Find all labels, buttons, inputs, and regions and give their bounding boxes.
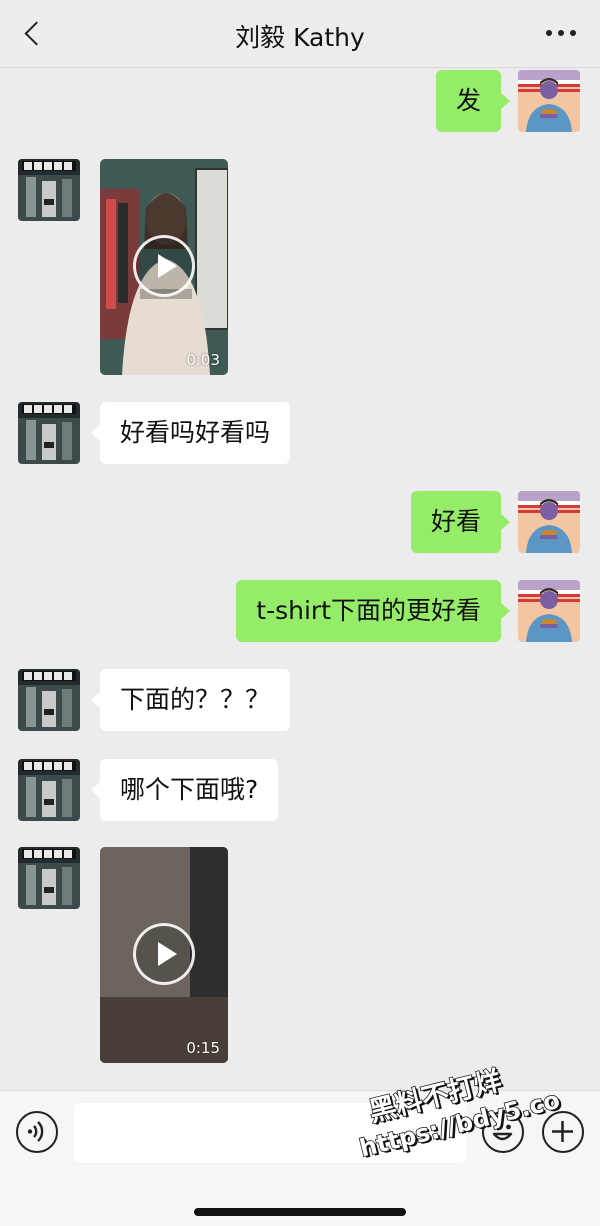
plus-icon[interactable] xyxy=(542,1111,584,1153)
video-duration: 0:03 xyxy=(186,351,220,369)
contact-avatar[interactable] xyxy=(18,669,80,731)
self-avatar[interactable] xyxy=(518,491,580,553)
contact-avatar[interactable] xyxy=(18,159,80,221)
voice-icon[interactable] xyxy=(16,1111,58,1153)
chat-title: 刘毅 Kathy xyxy=(235,23,365,52)
home-indicator xyxy=(194,1208,406,1216)
message-bubble-incoming[interactable]: 哪个下面哦? xyxy=(90,759,279,821)
contact-avatar[interactable] xyxy=(18,759,80,821)
video-duration: 0:15 xyxy=(186,1039,220,1057)
contact-avatar[interactable] xyxy=(18,402,80,464)
message-bubble-outgoing[interactable]: 好看 xyxy=(410,491,511,553)
chat-header: 刘毅 Kathy xyxy=(0,0,600,68)
contact-avatar[interactable] xyxy=(18,847,80,909)
message-bubble-incoming[interactable]: 好看吗好看吗 xyxy=(90,402,291,464)
video-message[interactable]: 0:15 xyxy=(100,847,228,1063)
play-icon[interactable] xyxy=(133,923,195,985)
message-bubble-outgoing[interactable]: 发 xyxy=(435,70,511,132)
message-input[interactable] xyxy=(74,1103,466,1163)
play-icon[interactable] xyxy=(133,235,195,297)
self-avatar[interactable] xyxy=(518,70,580,132)
message-bubble-incoming[interactable]: 下面的？？？ xyxy=(90,669,291,731)
self-avatar[interactable] xyxy=(518,580,580,642)
input-bar xyxy=(0,1090,600,1226)
video-message[interactable]: 0:03 xyxy=(100,159,228,375)
more-horizontal-icon[interactable] xyxy=(546,30,576,38)
emoji-icon[interactable] xyxy=(482,1111,524,1153)
message-bubble-outgoing[interactable]: t-shirt下面的更好看 xyxy=(236,580,510,642)
